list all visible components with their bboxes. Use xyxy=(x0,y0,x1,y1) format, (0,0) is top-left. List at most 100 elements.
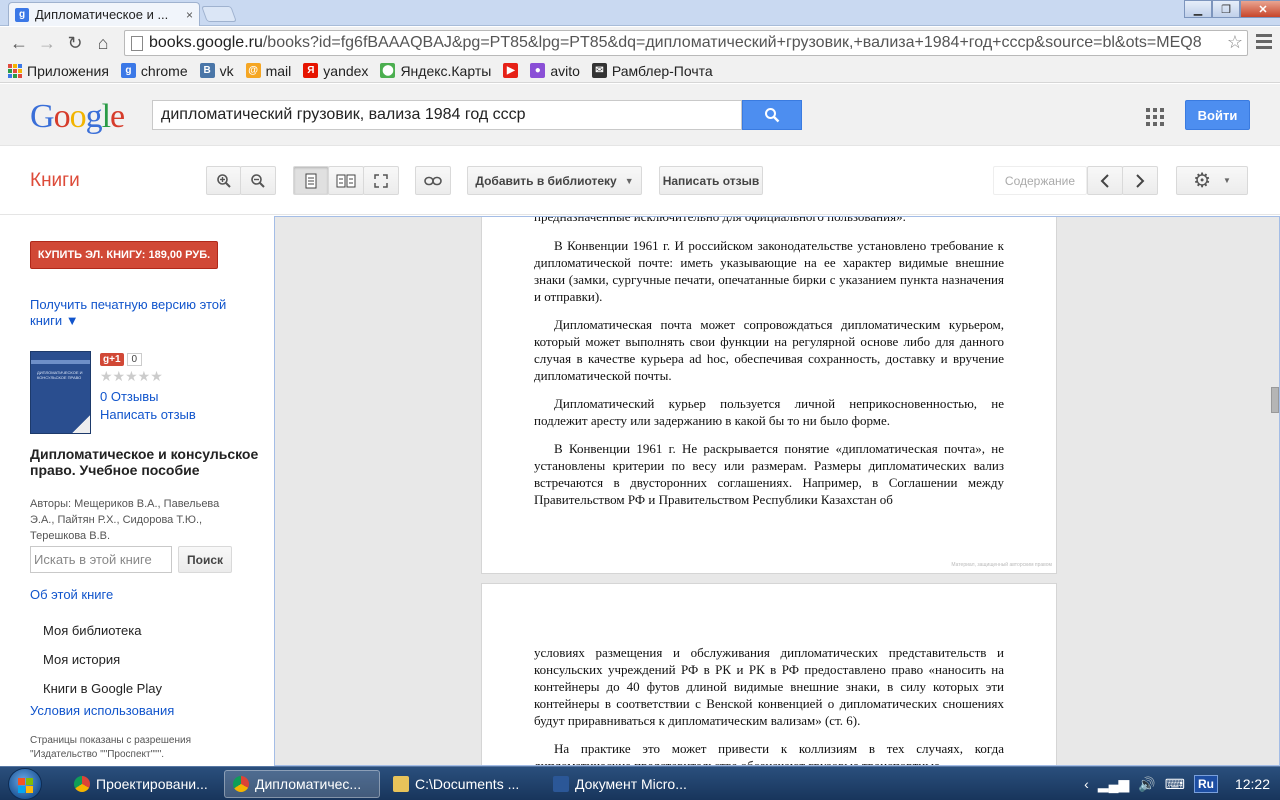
two-page-view-icon[interactable] xyxy=(328,166,364,195)
mail-icon: @ xyxy=(245,63,261,78)
book-viewer[interactable]: предназначенные исключительно для официа… xyxy=(274,216,1280,766)
bookmark-apps[interactable]: Приложения xyxy=(8,63,109,79)
chrome-menu-icon[interactable] xyxy=(1256,34,1272,52)
link-icon[interactable] xyxy=(415,166,451,195)
nav-my-history[interactable]: Моя история xyxy=(43,652,120,667)
book-authors: Авторы: Мещериков В.А., Павельева Э.А., … xyxy=(30,498,220,542)
tab-close-icon[interactable]: × xyxy=(186,8,193,22)
fullscreen-icon[interactable] xyxy=(363,166,399,195)
apps-icon xyxy=(8,63,22,78)
clock[interactable]: 12:22 xyxy=(1235,776,1270,792)
bookmark-vk[interactable]: Bvk xyxy=(199,63,234,79)
browser-titlebar: g Дипломатическое и ... × ▁ ❐ ✕ xyxy=(0,0,1280,26)
page-paragraph: В Конвенции 1961 г. Не раскрывается поня… xyxy=(534,441,1004,507)
bookmark-yandex[interactable]: Яyandex xyxy=(303,63,368,79)
dropdown-caret-icon: ▼ xyxy=(624,175,634,186)
maximize-button[interactable]: ❐ xyxy=(1212,0,1240,18)
bookmark-maps[interactable]: ⬤ Яндекс.Карты xyxy=(380,63,491,79)
settings-button[interactable]: ⚙ ▼ xyxy=(1176,166,1248,195)
buy-ebook-button[interactable]: КУПИТЬ ЭЛ. КНИГУ: 189,00 РУБ. xyxy=(30,241,218,269)
address-bar[interactable]: books.google.ru/books?id=fg6fBAAAQBAJ&pg… xyxy=(124,30,1248,56)
reviews-count-link[interactable]: 0 Отзывы xyxy=(100,389,158,404)
url-host: books.google.ru xyxy=(149,34,263,51)
page-paragraph: предназначенные исключительно для официа… xyxy=(534,216,906,224)
write-review-link[interactable]: Написать отзыв xyxy=(100,407,196,422)
scrollbar-thumb[interactable] xyxy=(1271,387,1279,413)
dropdown-caret-icon: ▼ xyxy=(1223,176,1231,185)
google-logo[interactable]: Google xyxy=(30,98,125,136)
print-version-link[interactable]: Получить печатную версию этой книги ▼ xyxy=(30,297,250,329)
start-button[interactable] xyxy=(8,768,42,800)
back-arrow-icon[interactable]: ← xyxy=(6,30,32,56)
home-icon[interactable]: ⌂ xyxy=(90,30,116,56)
bookmark-google[interactable]: g chrome xyxy=(120,63,188,79)
bookmark-avito[interactable]: ● avito xyxy=(530,63,580,79)
zoom-out-icon[interactable] xyxy=(240,166,276,195)
nav-my-library[interactable]: Моя библиотека xyxy=(43,623,141,638)
page-paragraph: На практике это может привести к коллизи… xyxy=(534,741,1004,766)
books-toolbar: Книги Добавить в библиотеку ▼ Написать о… xyxy=(0,147,1280,215)
volume-icon[interactable]: 🔊 xyxy=(1138,776,1155,793)
bookmark-star-icon[interactable]: ☆ xyxy=(1222,32,1243,53)
search-in-book-button[interactable]: Поиск xyxy=(178,546,232,573)
tray-expand-icon[interactable]: ‹ xyxy=(1084,776,1089,792)
bookmark-mail[interactable]: @ mail xyxy=(245,63,291,79)
language-indicator[interactable]: Ru xyxy=(1193,775,1218,793)
bookmarks-bar: Приложения g chrome Bvk @ mail Яyandex ⬤ Яндекс.… xyxy=(0,59,1280,83)
google-favicon-icon: g xyxy=(15,7,29,22)
bookmark-label: avito xyxy=(550,62,580,79)
new-tab-button[interactable] xyxy=(201,6,237,22)
bookmark-youtube[interactable]: ▶ xyxy=(503,63,519,78)
about-book-link[interactable]: Об этой книге xyxy=(30,587,113,602)
google-apps-grid-icon[interactable] xyxy=(1146,108,1164,126)
google-search-input[interactable]: дипломатический грузовик, вализа 1984 го… xyxy=(152,100,742,130)
terms-link[interactable]: Условия использования xyxy=(30,703,174,718)
word-icon xyxy=(553,776,569,792)
book-page: условиях размещения и обслуживания дипло… xyxy=(481,583,1057,766)
network-icon[interactable]: ▂▄▆ xyxy=(1098,776,1129,793)
taskbar-item[interactable]: C:\Documents ... xyxy=(385,770,537,798)
windows-taskbar: Проектировани... Дипломатичес... C:\Docume… xyxy=(0,766,1280,800)
write-review-button[interactable]: Написать отзыв xyxy=(659,166,763,195)
page-info-icon[interactable] xyxy=(131,35,143,51)
search-in-book-input[interactable]: Искать в этой книге xyxy=(30,546,172,573)
forward-arrow-icon[interactable]: → xyxy=(34,30,60,56)
taskbar-item[interactable]: Документ Micro... xyxy=(545,770,697,798)
bookmark-label: yandex xyxy=(323,62,369,79)
add-to-library-label: Добавить в библиотеку xyxy=(475,173,617,188)
vk-icon: B xyxy=(199,63,215,78)
taskbar-item-label: Дипломатичес... xyxy=(255,776,362,792)
url-path: /books?id=fg6fBAAAQBAJ&pg=PT85&lpg=PT85&… xyxy=(262,34,1202,51)
zoom-in-icon[interactable] xyxy=(206,166,241,195)
bookmark-label: Приложения xyxy=(27,62,109,79)
books-title[interactable]: Книги xyxy=(30,170,80,192)
book-title: Дипломатическое и консульское право. Уче… xyxy=(30,446,259,478)
gplus-button[interactable]: g+1 xyxy=(100,353,124,366)
add-to-library-button[interactable]: Добавить в библиотеку ▼ xyxy=(467,166,642,195)
taskbar-item[interactable]: Дипломатичес... xyxy=(224,770,380,798)
google-icon: g xyxy=(120,63,136,78)
close-window-button[interactable]: ✕ xyxy=(1240,0,1280,18)
gplus-count: 0 xyxy=(126,353,143,366)
taskbar-item[interactable]: Проектировани... xyxy=(66,770,218,798)
browser-tab[interactable]: g Дипломатическое и ... × xyxy=(8,2,200,26)
book-cover-image[interactable]: ДИПЛОМАТИЧЕСКОЕ И КОНСУЛЬСКОЕ ПРАВО xyxy=(30,351,91,434)
bookmark-rambler-mail[interactable]: ✉ Рамблер-Почта xyxy=(591,63,713,79)
yandex-icon: Я xyxy=(303,63,319,78)
reload-icon[interactable]: ↻ xyxy=(62,30,88,56)
chrome-icon xyxy=(233,776,249,792)
gplus-widget[interactable]: g+1 0 xyxy=(100,353,143,366)
rambler-mail-icon: ✉ xyxy=(591,63,607,78)
single-page-view-icon[interactable] xyxy=(293,166,329,195)
previous-page-icon[interactable] xyxy=(1087,166,1123,195)
book-page: предназначенные исключительно для официа… xyxy=(481,216,1057,574)
next-page-icon[interactable] xyxy=(1122,166,1158,195)
contents-button[interactable]: Содержание xyxy=(993,166,1087,195)
nav-google-play-books[interactable]: Книги в Google Play xyxy=(43,681,162,696)
browser-toolbar: ← → ↻ ⌂ books.google.ru/books?id=fg6fBAA… xyxy=(0,27,1280,59)
minimize-button[interactable]: ▁ xyxy=(1184,0,1212,18)
taskbar-item-label: Документ Micro... xyxy=(575,776,687,792)
keyboard-icon[interactable]: ⌨ xyxy=(1165,776,1185,793)
google-search-button[interactable] xyxy=(742,100,802,130)
signin-button[interactable]: Войти xyxy=(1185,100,1250,130)
